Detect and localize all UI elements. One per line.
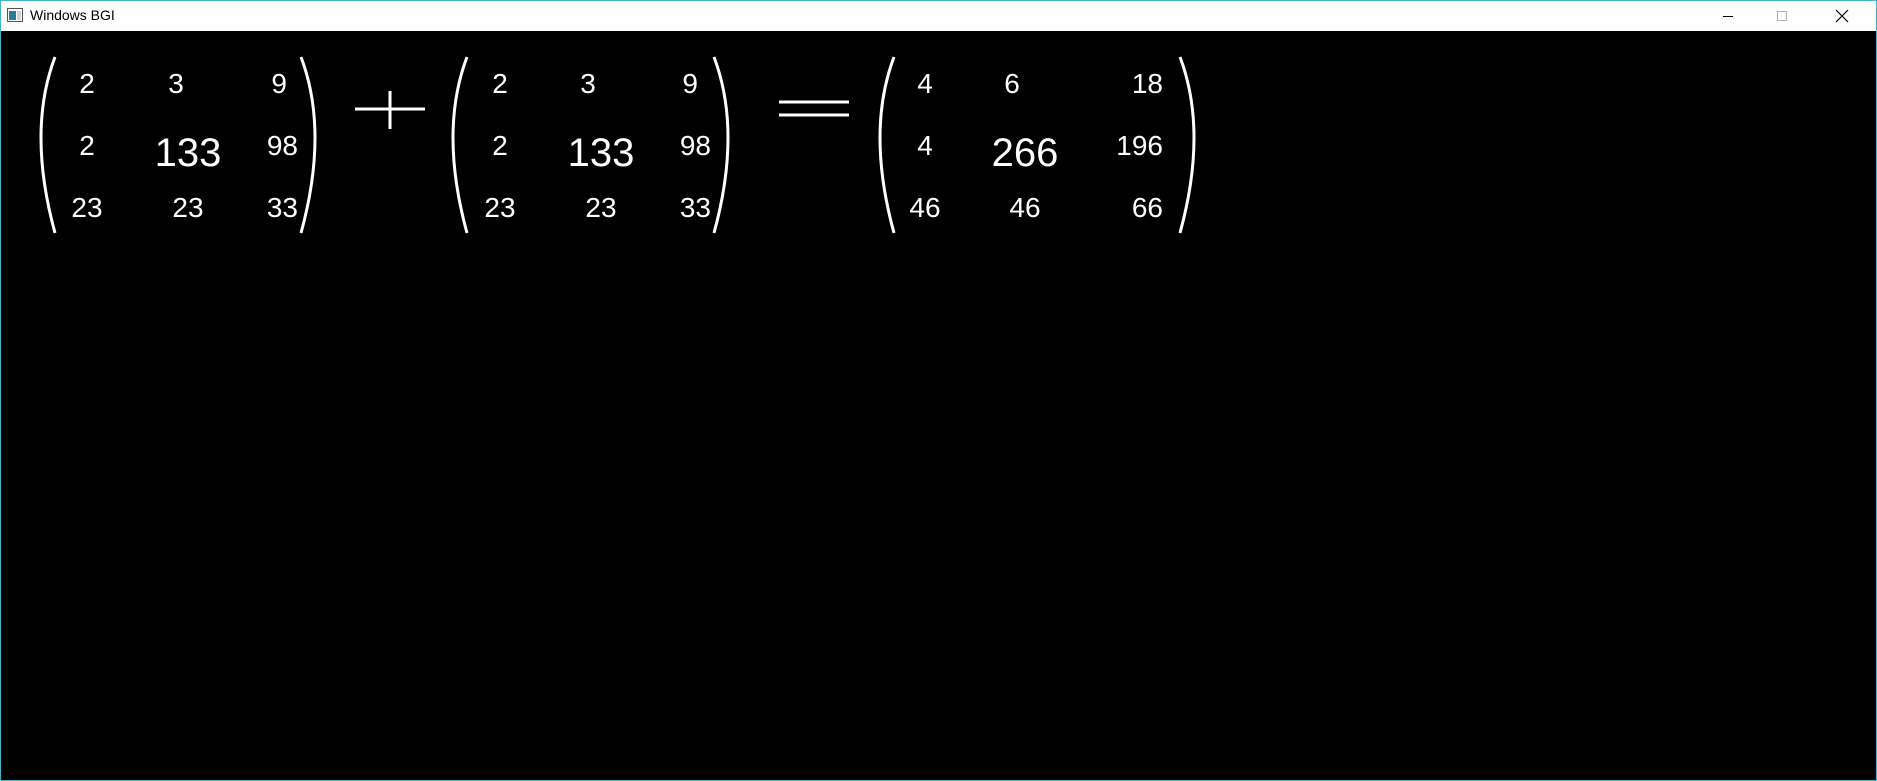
minimize-icon: [1723, 16, 1733, 17]
matrix-cell: 2: [79, 130, 95, 161]
matrix-cell: 23: [585, 192, 616, 223]
matrix-cell: 46: [909, 192, 940, 223]
highlighted-cell: 133: [568, 131, 635, 175]
matrix-cell: 23: [484, 192, 515, 223]
matrix-cell: 18: [1132, 68, 1163, 99]
matrix-cell: 98: [267, 130, 298, 161]
matrix-cell: 33: [680, 192, 711, 223]
app-window-icon: [7, 8, 23, 22]
left-paren: [39, 56, 57, 234]
right-paren: [1178, 56, 1196, 234]
window-title: Windows BGI: [30, 7, 115, 23]
matrix-cell: 46: [1009, 192, 1040, 223]
matrix-cell: 2: [492, 68, 508, 99]
title-bar[interactable]: Windows BGI: [1, 1, 1876, 31]
maximize-button[interactable]: [1759, 1, 1805, 31]
right-paren: [299, 56, 317, 234]
matrix-cell: 3: [168, 68, 184, 99]
matrix-cell: 23: [71, 192, 102, 223]
matrix-cell: 98: [680, 130, 711, 161]
equals-operator: [779, 100, 849, 117]
matrix-equation: 2 3 9 2 133 98 23 23 33 2 3 9 2 133 98 2…: [39, 56, 1196, 234]
matrix-cell: 196: [1116, 130, 1163, 161]
matrix-cell: 33: [267, 192, 298, 223]
highlighted-cell: 133: [155, 131, 222, 175]
matrix-b: 2 3 9 2 133 98 23 23 33: [451, 56, 730, 234]
close-icon: [1835, 9, 1849, 23]
matrix-cell: 66: [1132, 192, 1163, 223]
matrix-cell: 4: [917, 68, 933, 99]
matrix-cell: 6: [1004, 68, 1020, 99]
matrix-a: 2 3 9 2 133 98 23 23 33: [39, 56, 317, 234]
minimize-button[interactable]: [1705, 1, 1751, 31]
left-paren: [451, 56, 469, 234]
bgi-window: Windows BGI 2 3 9 2 133 98 23 23 33 2 3 …: [0, 0, 1877, 781]
highlighted-cell: 266: [992, 131, 1059, 175]
left-paren: [878, 56, 896, 234]
matrix-result: 4 6 18 4 266 196 46 46 66: [878, 56, 1196, 234]
matrix-cell: 2: [79, 68, 95, 99]
right-paren: [712, 56, 730, 234]
matrix-cell: 2: [492, 130, 508, 161]
close-button[interactable]: [1819, 1, 1865, 31]
matrix-cell: 4: [917, 130, 933, 161]
matrix-cell: 9: [682, 68, 698, 99]
matrix-cell: 3: [580, 68, 596, 99]
matrix-cell: 23: [172, 192, 203, 223]
plus-operator: [355, 91, 425, 129]
maximize-icon: [1777, 11, 1787, 21]
matrix-cell: 9: [271, 68, 287, 99]
drawing-canvas: 2 3 9 2 133 98 23 23 33 2 3 9 2 133 98 2…: [1, 31, 1876, 780]
